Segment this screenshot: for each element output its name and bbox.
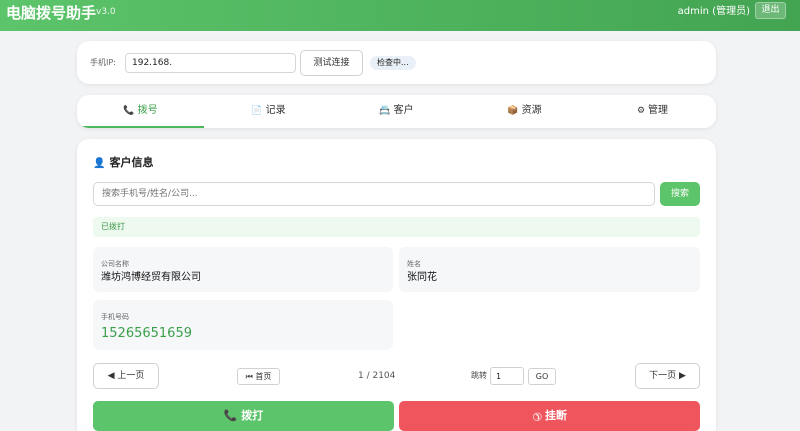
tab-admin[interactable]: ⚙ 管理 <box>589 95 716 128</box>
first-page-button[interactable]: ⏮ 首页 <box>237 368 280 385</box>
current-user: admin (管理员) <box>677 6 750 17</box>
phone-icon: 📞 <box>123 106 135 116</box>
phone-icon: 📞 <box>223 409 238 422</box>
contact-card-icon: 📇 <box>379 106 391 116</box>
section-title: 👤 客户信息 <box>93 156 153 171</box>
jump-page-input[interactable] <box>490 367 524 385</box>
phone-field: 手机号码 15265651659 <box>93 300 393 350</box>
customer-panel: 👤客户信息 搜索 已拨打 公司名称 潍坊鸿博经贸有限公司 姓名 张同花 手机号码… <box>77 139 716 431</box>
gear-icon: ⚙ <box>636 106 646 116</box>
app-header: 电脑拨号助手 v3.0 admin (管理员) 退出 <box>0 0 800 31</box>
name-label: 姓名 <box>407 260 421 268</box>
hangup-button[interactable]: ✆ 挂断 <box>399 401 700 431</box>
tab-resources[interactable]: 📦 资源 <box>461 95 588 128</box>
name-value: 张同花 <box>407 272 437 283</box>
call-button[interactable]: 📞 拨打 <box>93 401 394 431</box>
test-connection-button[interactable]: 测试连接 <box>300 50 363 76</box>
tab-records[interactable]: 📄 记录 <box>205 95 332 128</box>
call-button-label: 拨打 <box>241 409 264 422</box>
name-field: 姓名 张同花 <box>399 247 700 292</box>
connection-status-badge: 检查中... <box>370 56 416 70</box>
company-field: 公司名称 潍坊鸿博经贸有限公司 <box>93 247 393 292</box>
connection-panel: 手机IP: 测试连接 检查中... <box>77 41 716 84</box>
app-version: v3.0 <box>96 7 116 17</box>
dialed-status-banner: 已拨打 <box>93 217 700 237</box>
app-title: 电脑拨号助手 <box>6 4 97 22</box>
phone-ip-input[interactable] <box>125 53 296 73</box>
user-icon: 👤 <box>93 158 106 169</box>
search-button[interactable]: 搜索 <box>660 182 700 206</box>
tab-label: 资源 <box>521 105 542 116</box>
tab-label: 记录 <box>265 105 286 116</box>
document-icon: 📄 <box>251 106 263 116</box>
logout-button[interactable]: 退出 <box>755 2 786 19</box>
customer-search-input[interactable] <box>93 182 655 206</box>
section-title-text: 客户信息 <box>109 156 154 169</box>
phone-ip-label: 手机IP: <box>90 58 116 67</box>
prev-page-button[interactable]: ◀ 上一页 <box>93 363 159 389</box>
phone-label: 手机号码 <box>101 313 129 321</box>
company-label: 公司名称 <box>101 260 129 268</box>
page-indicator: 1 / 2104 <box>358 371 396 381</box>
main-tabs: 📞 拨号 📄 记录 📇 客户 📦 资源 ⚙ 管理 <box>77 95 716 128</box>
phone-number: 15265651659 <box>101 326 192 341</box>
box-icon: 📦 <box>507 106 519 116</box>
tab-label: 拨号 <box>137 105 158 116</box>
next-page-button[interactable]: 下一页 ▶ <box>635 363 700 389</box>
hangup-button-label: 挂断 <box>545 409 568 422</box>
tab-label: 管理 <box>648 105 669 116</box>
tab-dial[interactable]: 📞 拨号 <box>77 95 204 128</box>
tab-label: 客户 <box>393 105 414 116</box>
go-button[interactable]: GO <box>528 368 556 385</box>
company-value: 潍坊鸿博经贸有限公司 <box>101 272 201 283</box>
tab-customers[interactable]: 📇 客户 <box>333 95 460 128</box>
jump-label: 跳转 <box>471 371 487 380</box>
